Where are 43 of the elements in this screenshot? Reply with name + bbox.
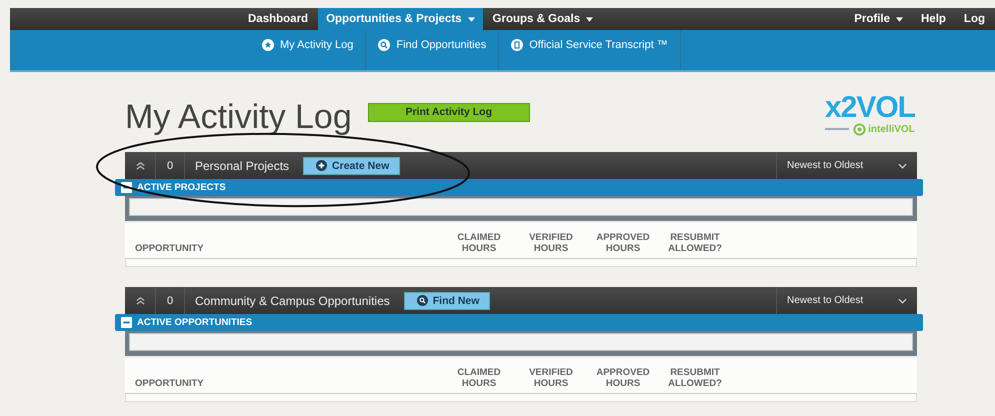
chevron-down-icon [898, 298, 907, 304]
sub-nav-link[interactable]: Official Service Transcript ™ [499, 30, 681, 70]
logo-wordmark: x2VOL [824, 92, 915, 122]
nav-tab[interactable]: Opportunities & Projects [318, 8, 483, 30]
column-header: OPPORTUNITY [134, 243, 205, 254]
nav-link[interactable]: Profile [846, 8, 911, 30]
column-header: APPROVED HOURS [595, 232, 651, 254]
column-header: VERIFIED HOURS [528, 232, 574, 254]
section-action-button[interactable]: Find New [404, 292, 490, 310]
eye-logo-icon [853, 122, 866, 136]
logo-byline: intelliVOL [868, 124, 915, 134]
print-button[interactable]: Print Activity Log [368, 102, 530, 122]
nav-link[interactable]: Help [913, 8, 954, 30]
nav-link[interactable]: Log [956, 8, 993, 30]
group-bar[interactable]: ACTIVE OPPORTUNITIES [115, 314, 923, 331]
column-header: CLAIMED HOURS [456, 367, 502, 389]
sub-nav-link[interactable]: Find Opportunities [366, 30, 500, 70]
group-label: ACTIVE OPPORTUNITIES [137, 317, 252, 328]
page-title: My Activity Log [125, 98, 352, 136]
section-title: Community & Campus Opportunities [195, 294, 390, 308]
collapse-minus-icon [121, 317, 132, 328]
section-title: Personal Projects [195, 158, 290, 172]
collapse-icon[interactable] [136, 161, 144, 170]
column-header: APPROVED HOURS [595, 367, 651, 389]
search-icon [378, 39, 390, 51]
group-label: ACTIVE PROJECTS [137, 182, 226, 193]
column-header: CLAIMED HOURS [456, 232, 502, 254]
column-header: OPPORTUNITY [134, 378, 205, 389]
collapse-icon[interactable] [136, 296, 144, 305]
sub-nav-link[interactable]: My Activity Log [250, 30, 366, 70]
column-header: RESUBMIT ALLOWED? [667, 232, 723, 254]
star-icon [262, 39, 274, 51]
column-header: RESUBMIT ALLOWED? [667, 367, 723, 389]
chevron-down-icon [898, 162, 907, 168]
nav-tab[interactable]: Dashboard [240, 8, 316, 30]
document-icon [511, 39, 524, 51]
nav-tab[interactable]: Groups & Goals [484, 8, 602, 30]
section-action-button[interactable]: Create New [303, 156, 400, 174]
search-icon [416, 295, 428, 306]
column-header: VERIFIED HOURS [528, 367, 574, 389]
group-bar[interactable]: ACTIVE PROJECTS [115, 179, 923, 196]
plus-icon [316, 160, 328, 171]
byline-rule [825, 128, 850, 130]
